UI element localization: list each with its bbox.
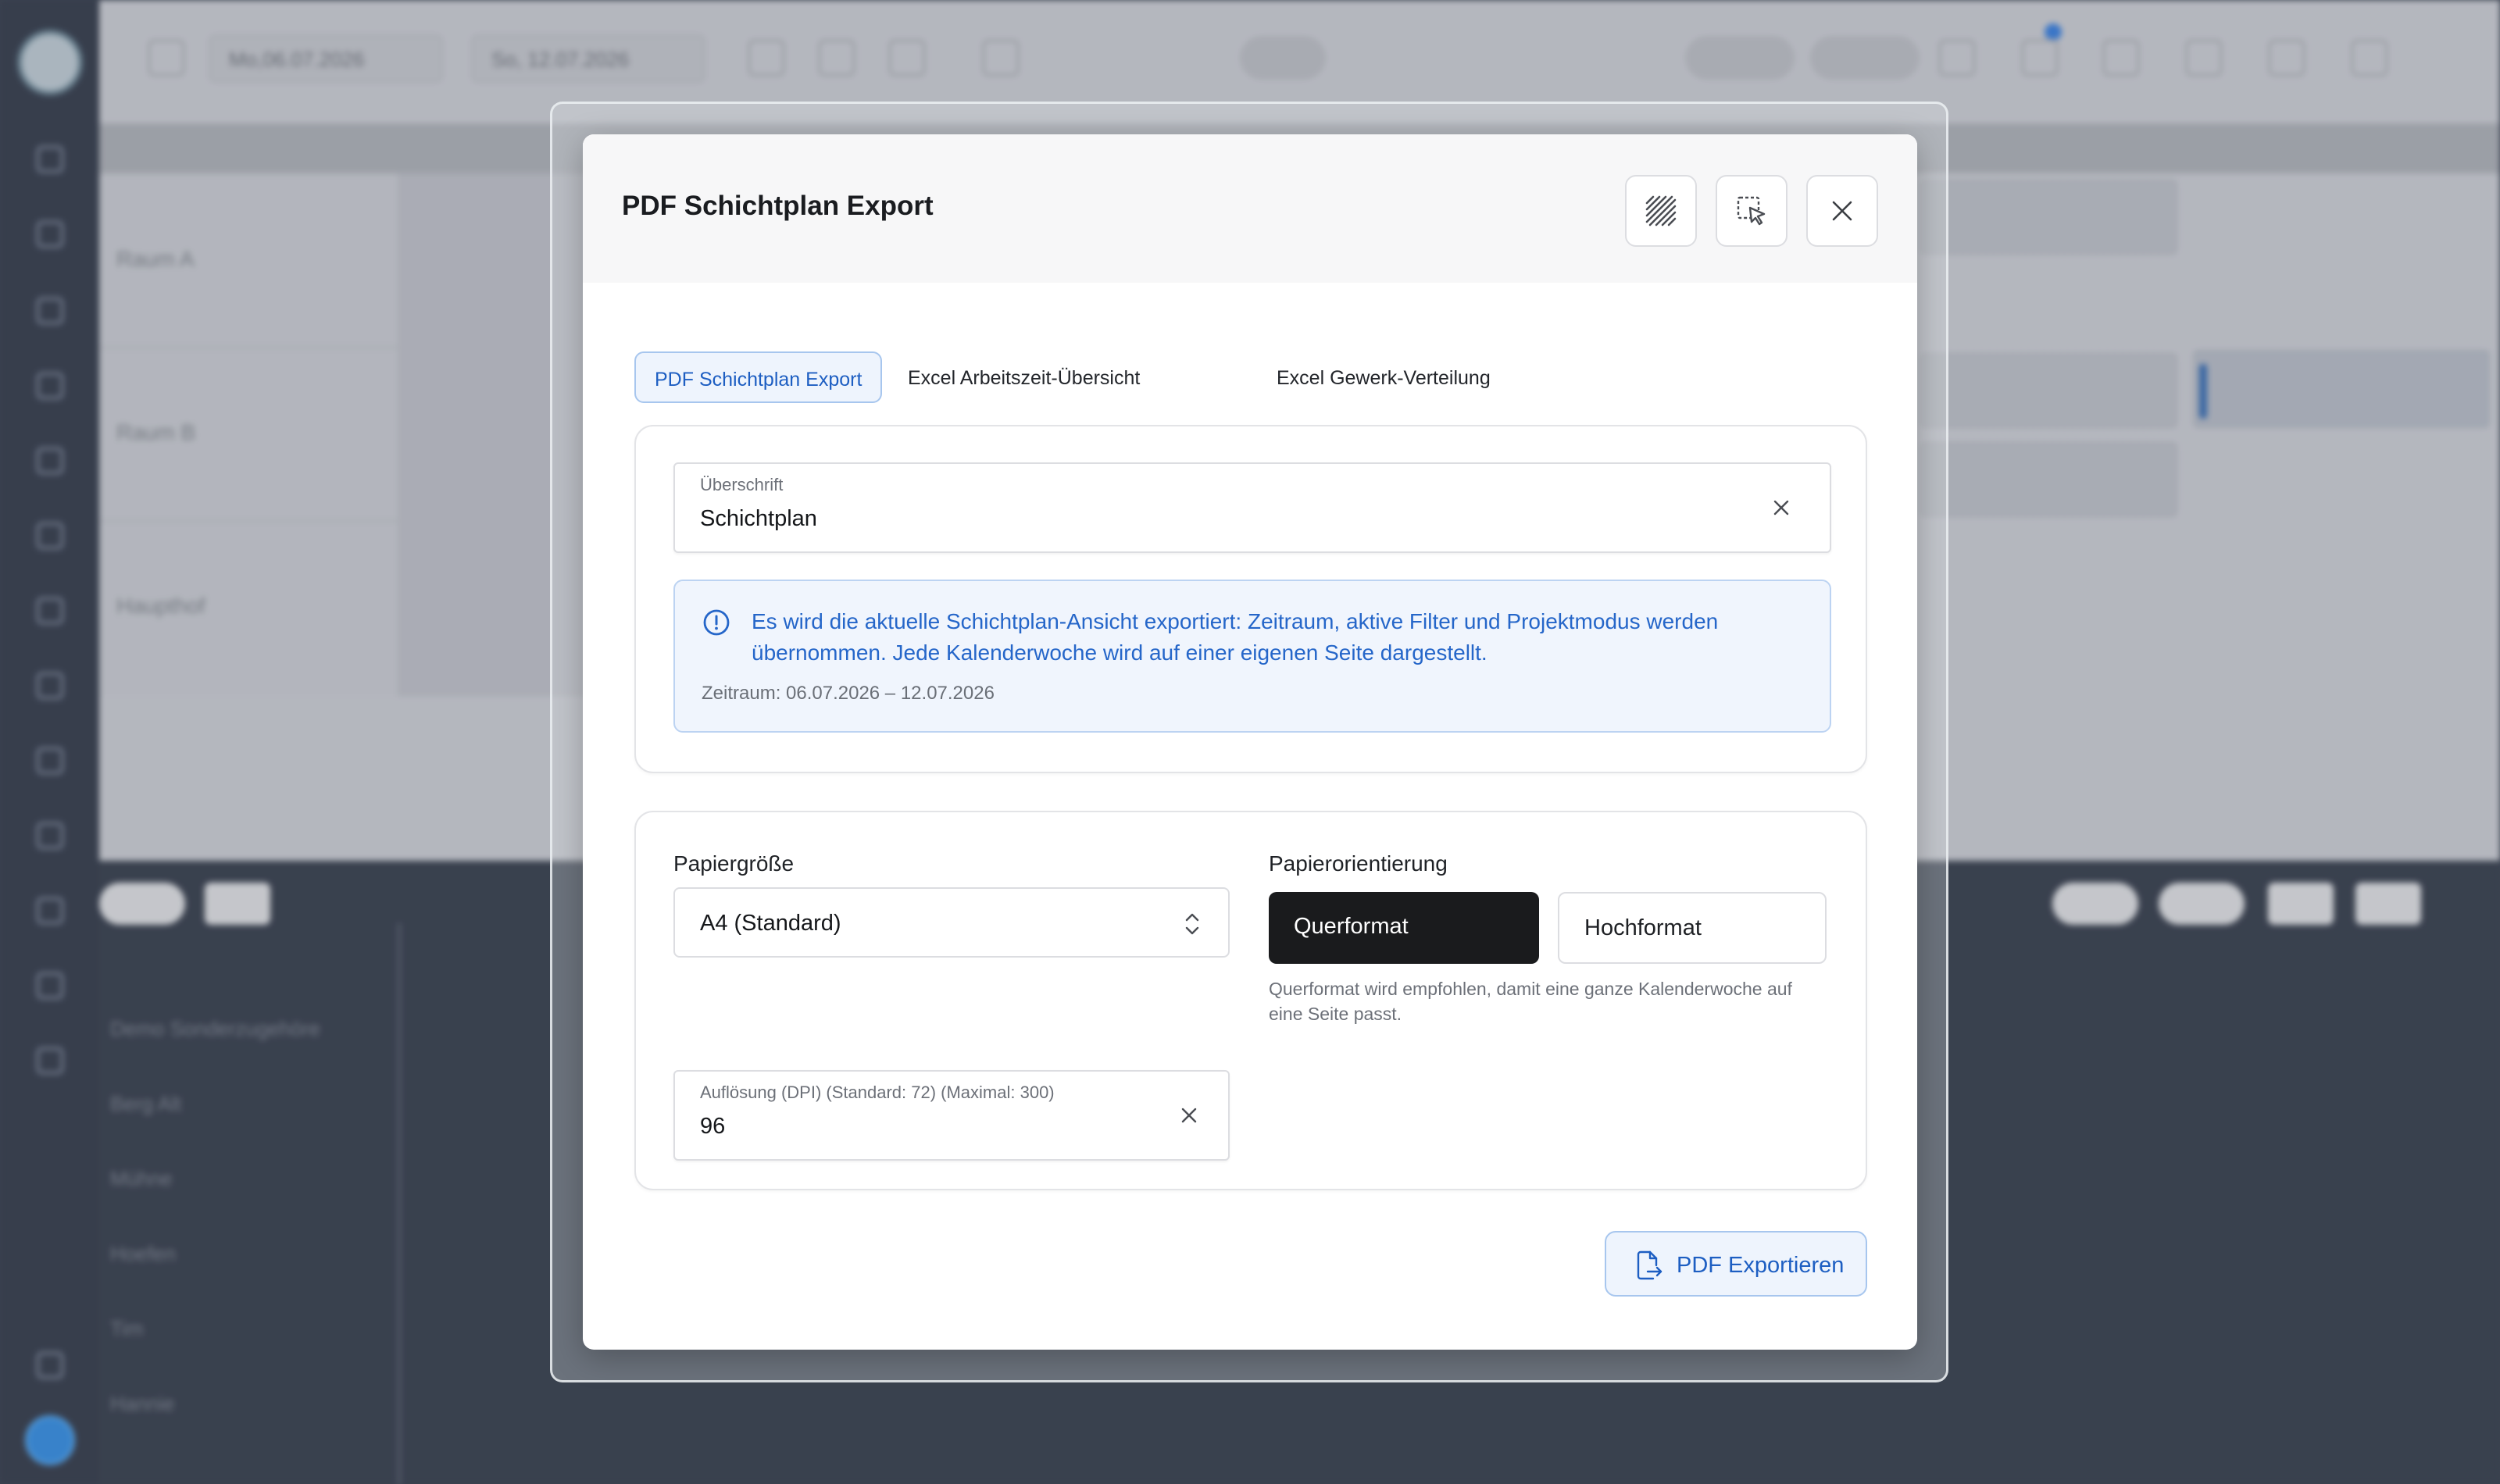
info-circle-icon <box>703 609 730 636</box>
orientation-landscape[interactable]: Querformat <box>1269 892 1539 964</box>
paper-size-label: Papiergröße <box>673 851 795 876</box>
hatch-pattern-icon <box>1645 195 1677 227</box>
dpi-field[interactable]: Auflösung (DPI) (Standard: 72) (Maximal:… <box>673 1070 1230 1161</box>
orientation-portrait[interactable]: Hochformat <box>1558 892 1827 964</box>
pdf-export-button[interactable]: PDF Exportieren <box>1605 1231 1867 1297</box>
orientation-hint: Querformat wird empfohlen, damit eine ga… <box>1269 979 1792 1024</box>
tab-excel-gewerk[interactable]: Excel Gewerk-Verteilung <box>1258 351 1509 403</box>
pattern-toggle-button[interactable] <box>1625 175 1697 247</box>
dialog-title: PDF Schichtplan Export <box>622 191 934 221</box>
dpi-clear-button[interactable] <box>1173 1100 1205 1131</box>
heading-card: Überschrift Schichtplan Es wird die aktu… <box>634 425 1867 773</box>
export-dialog: PDF Schichtplan Export PDF Schichtplan E… <box>583 134 1917 1350</box>
pdf-export-label: PDF Exportieren <box>1677 1253 1845 1278</box>
heading-field[interactable]: Überschrift Schichtplan <box>673 462 1831 553</box>
paper-size-select[interactable]: A4 (Standard) <box>673 887 1230 958</box>
dpi-field-value[interactable]: 96 <box>700 1114 725 1140</box>
paper-size-value: A4 (Standard) <box>700 911 841 936</box>
tab-pdf-export[interactable]: PDF Schichtplan Export <box>634 351 883 403</box>
clear-icon <box>1181 1108 1197 1123</box>
chevron-updown-icon <box>1185 913 1199 935</box>
heading-field-value[interactable]: Schichtplan <box>700 506 817 532</box>
file-export-icon <box>1637 1250 1662 1280</box>
orientation-label: Papierorientierung <box>1269 851 1448 876</box>
dpi-field-label: Auflösung (DPI) (Standard: 72) (Maximal:… <box>700 1083 1055 1102</box>
close-button[interactable] <box>1806 175 1878 247</box>
select-cursor-icon <box>1737 196 1766 226</box>
paper-settings-card: Papiergröße A4 (Standard) Papierorientie… <box>634 811 1867 1190</box>
heading-field-label: Überschrift <box>700 475 784 494</box>
tab-excel-arbeitszeit[interactable]: Excel Arbeitszeit-Übersicht <box>889 351 1159 403</box>
info-alert: Es wird die aktuelle Schichtplan-Ansicht… <box>673 580 1831 733</box>
dialog-header: PDF Schichtplan Export <box>583 134 1917 283</box>
close-icon <box>1832 201 1852 221</box>
info-text: Es wird die aktuelle Schichtplan-Ansicht… <box>752 609 1719 665</box>
heading-clear-button[interactable] <box>1766 492 1797 523</box>
clear-icon <box>1773 500 1789 515</box>
select-cursor-button[interactable] <box>1716 175 1788 247</box>
date-range-text: Zeitraum: 06.07.2026 – 12.07.2026 <box>702 683 995 704</box>
